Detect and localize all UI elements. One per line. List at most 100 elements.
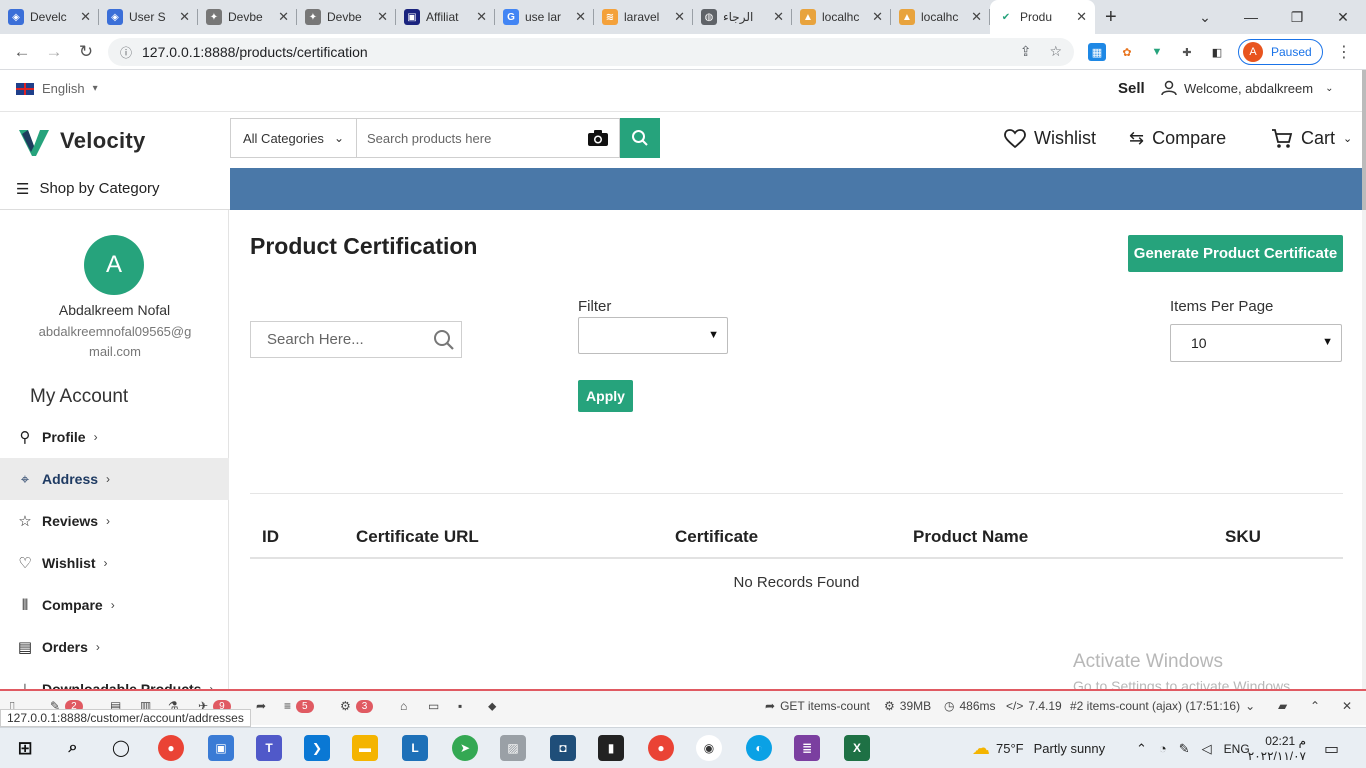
debug-session-tab[interactable]: ▪ [458,699,462,713]
generate-certificate-button[interactable]: Generate Product Certificate [1128,235,1343,272]
debug-queries-tab[interactable]: ≡ 5 [284,699,314,713]
chrome-icon[interactable]: ● [158,735,184,761]
debug-mail-tab[interactable]: ⌂ [400,699,407,713]
close-icon[interactable]: ✕ [179,9,190,25]
search-icon[interactable] [433,329,455,351]
image-viewer-icon[interactable]: ▨ [500,735,526,761]
task-view-icon[interactable]: ◯ [108,735,134,761]
column-header-certificate-url[interactable]: Certificate URL [356,527,479,547]
tag-icon[interactable]: ⬥ [488,699,496,714]
wishlist-link[interactable]: Wishlist [1004,128,1096,149]
site-info-icon[interactable]: ⓘ [120,44,132,61]
tab-active[interactable]: ✔ Produ ✕ [990,0,1095,34]
close-icon[interactable]: ✕ [872,9,883,25]
volume-icon[interactable]: ◁ [1202,741,1212,757]
minimize-button[interactable]: — [1228,9,1274,25]
debug-redirect-tab[interactable]: ➦ [256,699,266,713]
sidebar-item-address[interactable]: ⌖ Address › [0,458,229,500]
search-input[interactable] [367,130,587,146]
sidebar-item-wishlist[interactable]: ♡ Wishlist › [0,542,229,584]
column-header-sku[interactable]: SKU [1225,527,1261,547]
cart-link[interactable]: Cart ⌄ [1271,128,1352,149]
filter-select[interactable]: ▼ [578,317,728,354]
chrome-icon[interactable]: ● [648,735,674,761]
clock[interactable]: 02:21 م ٢٠٢٢/١١/٠٧ [1248,728,1306,768]
close-icon[interactable]: ✕ [674,9,685,25]
close-icon[interactable]: ✕ [278,9,289,25]
folder-icon[interactable]: ▰ [1278,699,1287,713]
search-icon[interactable]: ⌕ [60,735,86,761]
chevron-up-icon[interactable]: ⌃ [1136,741,1147,757]
browser-tab[interactable]: ▲ localhc ✕ [891,0,990,34]
browser-tab[interactable]: ◈ Develc ✕ [0,0,99,34]
debug-gate-tab[interactable]: ▭ [428,699,439,713]
input-language[interactable]: ENG [1224,742,1250,756]
cookie-extension-icon[interactable]: ✿ [1118,43,1136,61]
close-icon[interactable]: ✕ [575,9,586,25]
browser-tab[interactable]: ◈ User S ✕ [99,0,198,34]
close-icon[interactable]: ✕ [773,9,784,25]
browser-tab[interactable]: ▲ localhc ✕ [792,0,891,34]
share-icon[interactable]: ⇪ [1020,43,1032,60]
debug-request-select[interactable]: #2 items-count (ajax) (17:51:16) ⌄ [1070,699,1255,713]
remote-desktop-icon[interactable]: ▣ [208,735,234,761]
back-icon[interactable]: ← [6,42,38,62]
restore-button[interactable]: ❐ [1274,9,1320,26]
word-editor-icon[interactable]: L [402,735,428,761]
close-icon[interactable]: ✕ [377,9,388,25]
close-icon[interactable]: ✕ [1342,699,1352,713]
trello-extension-icon[interactable]: ▦ [1088,43,1106,61]
items-per-page-select[interactable]: 10 ▼ [1170,324,1342,362]
winrar-icon[interactable]: ≣ [794,735,820,761]
close-icon[interactable]: ✕ [1076,9,1087,25]
sell-link[interactable]: Sell [1118,80,1145,97]
close-icon[interactable]: ✕ [476,9,487,25]
column-header-id[interactable]: ID [262,527,279,547]
vscode-icon[interactable]: ❯ [304,735,330,761]
vue-devtools-icon[interactable]: ▼ [1148,43,1166,61]
profile-button[interactable]: A Paused [1238,39,1323,65]
close-window-button[interactable]: ✕ [1320,9,1366,26]
browser-tab[interactable]: ✦ Devbe ✕ [297,0,396,34]
category-select[interactable]: All Categories ⌄ [230,118,356,158]
account-menu[interactable]: Welcome, abdalkreem ⌄ [1160,80,1333,96]
table-search-input[interactable]: Search Here... [250,321,462,358]
tab-search-icon[interactable]: ⌄ [1182,9,1228,26]
telegram-icon[interactable]: ➤ [452,735,478,761]
browser-tab[interactable]: ≋ laravel ✕ [594,0,693,34]
teams-icon[interactable]: T [256,735,282,761]
file-explorer-icon[interactable]: ▬ [352,735,378,761]
terminal-icon[interactable]: ▮ [598,735,624,761]
excel-icon[interactable]: X [844,735,870,761]
new-tab-button[interactable]: + [1105,6,1117,29]
chevron-up-icon[interactable]: ⌃ [1310,699,1320,713]
address-bar[interactable]: ⓘ 127.0.0.1:8888/products/certification … [108,38,1074,66]
app-icon[interactable]: ◘ [550,735,576,761]
debug-request-info[interactable]: ➦ GET items-count [765,699,870,713]
forward-icon[interactable]: → [38,42,70,62]
page-scrollbar[interactable] [1362,70,1366,690]
browser-tab[interactable]: ◍ الرجاء ✕ [693,0,792,34]
scrollbar-thumb[interactable] [1362,70,1366,210]
extensions-puzzle-icon[interactable]: ✚ [1178,43,1196,61]
column-header-certificate[interactable]: Certificate [675,527,758,547]
search-button[interactable] [620,118,660,158]
sidebar-item-compare[interactable]: ⫴ Compare › [0,584,229,626]
bookmark-star-icon[interactable]: ☆ [1049,43,1062,60]
sidebar-item-orders[interactable]: ▤ Orders › [0,626,229,668]
reload-icon[interactable]: ↻ [70,42,102,62]
browser-tab[interactable]: ▣ Affiliat ✕ [396,0,495,34]
edge-icon[interactable]: ◐ [746,735,772,761]
close-icon[interactable]: ✕ [80,9,91,25]
notifications-icon[interactable]: ▭ [1324,728,1339,768]
weather-widget[interactable]: ☁ 75°F Partly sunny [972,728,1105,768]
side-panel-icon[interactable]: ◧ [1208,43,1226,61]
browser-tab[interactable]: Guse lar ✕ [495,0,594,34]
sidebar-item-reviews[interactable]: ☆ Reviews › [0,500,229,542]
language-switcher[interactable]: English ▾ [16,81,98,96]
shop-by-category[interactable]: ☰ Shop by Category [0,168,230,210]
compare-link[interactable]: ⇆ Compare [1129,128,1226,149]
browser-tab[interactable]: ✦ Devbe ✕ [198,0,297,34]
windows-start-icon[interactable]: ⊞ [12,735,38,761]
pen-icon[interactable]: ✎ [1179,741,1190,757]
